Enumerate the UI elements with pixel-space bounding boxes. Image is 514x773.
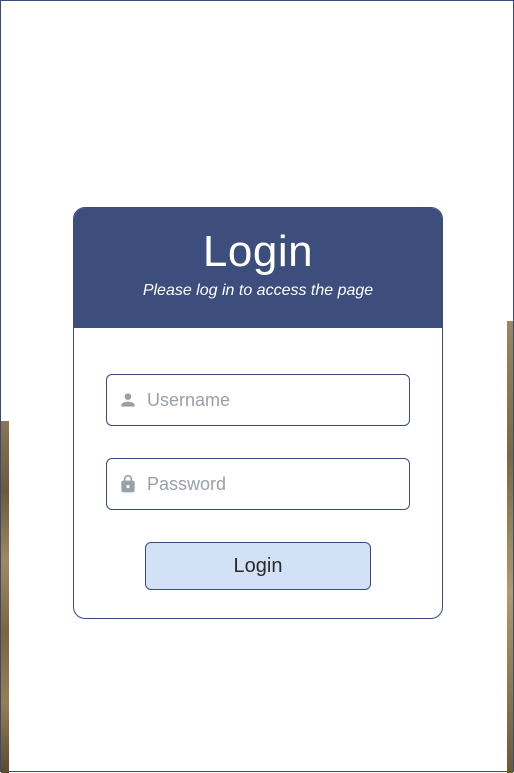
background-decoration-right — [507, 321, 513, 773]
username-field-wrapper — [106, 374, 410, 426]
user-icon — [118, 390, 138, 410]
lock-icon — [118, 474, 138, 494]
login-button[interactable]: Login — [145, 542, 371, 590]
login-card-body: Login — [74, 328, 442, 618]
login-title: Login — [94, 228, 422, 276]
login-card: Login Please log in to access the page — [73, 207, 443, 619]
background-decoration-left — [1, 421, 9, 773]
page-frame: Login Please log in to access the page — [0, 0, 514, 772]
username-input[interactable] — [106, 374, 410, 426]
login-button-row: Login — [106, 542, 410, 590]
login-card-header: Login Please log in to access the page — [74, 208, 442, 328]
password-input[interactable] — [106, 458, 410, 510]
password-field-wrapper — [106, 458, 410, 510]
login-subtitle: Please log in to access the page — [94, 282, 422, 300]
